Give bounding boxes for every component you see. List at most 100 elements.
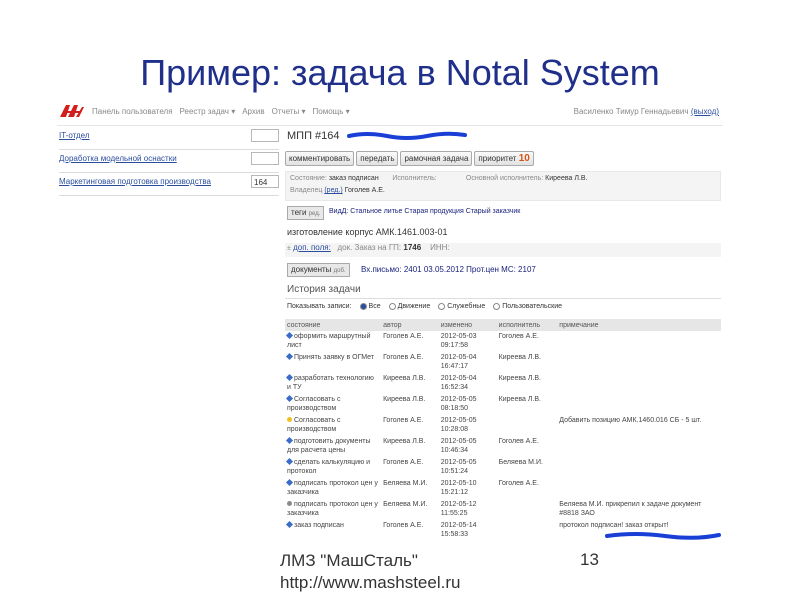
history-author: Киреева Л.В. [383,438,426,445]
footer-company: ЛМЗ "МашСталь" [280,551,418,570]
company-logo-icon [60,105,84,117]
owner-label: Владелец [290,187,323,194]
documents-button-sub: доб. [333,268,346,274]
redacted-task-name [347,131,467,140]
arrow-icon [285,331,294,340]
nav-item[interactable]: Помощь ▾ [313,107,350,116]
extra-fields-link[interactable]: доп. поля: [293,243,331,252]
top-nav: Панель пользователя Реестр задач ▾ Архив От… [92,107,357,116]
registry-row-label[interactable]: IT-отдел [59,131,90,140]
filter-option[interactable]: Все [359,303,381,311]
owner-edit-link[interactable]: (ред.) [324,187,342,194]
history-author: Беляева М.И. [383,501,428,508]
history-date: 2012-05-04 [440,354,477,361]
arrow-icon [285,457,294,466]
task-registry-list: IT-отдел Доработка модельной оснастки Марк… [59,127,279,196]
history-executor: Гоголев А.Е. [498,333,539,340]
filter-option-label: Все [368,303,381,311]
documents-button-label: документы [291,265,332,274]
history-time: 16:47:17 [440,363,468,370]
app-screenshot: Панель пользователя Реестр задач ▾ Архив От… [57,97,723,553]
footer-url[interactable]: http://www.mashsteel.ru [280,572,460,594]
logout-link[interactable]: (выход) [691,107,719,116]
frame-task-button[interactable]: рамочная задача [400,151,473,166]
filter-label: Показывать записи: [287,303,352,311]
task-actions: комментировать передать рамочная задача при… [285,151,721,167]
history-state: заказ подписан [294,522,344,529]
history-state: разработать технологию и ТУ [287,375,374,391]
history-time: 09:17:58 [440,342,468,349]
task-info: Состояние: заказ подписан Исполнитель: О… [285,171,721,201]
history-date: 2012-05-05 [440,459,477,466]
history-time: 15:21:12 [440,489,468,496]
history-row: сделать калькуляцию и протокол Гоголев А.… [285,457,721,478]
inn-label: ИНН: [430,243,450,252]
redacted-note-scribble [605,532,721,540]
registry-row[interactable]: Маркетинговая подготовка производства 164 [59,173,279,196]
registry-row-label[interactable]: Доработка модельной оснастки [59,154,177,163]
comment-button[interactable]: комментировать [285,151,355,166]
history-time: 10:46:34 [440,447,468,454]
arrow-icon [285,436,294,445]
history-author: Киреева Л.В. [383,396,426,403]
history-date: 2012-05-12 [440,501,477,508]
state-label: Состояние: [290,175,327,182]
history-state: подписать протокол цен у заказчика [287,480,378,496]
history-state: Принять заявку в ОГМет [294,354,375,361]
filter-option-label: Служебные [447,303,486,311]
history-note [557,436,721,457]
main-executor-label: Основной исполнитель: [465,175,544,182]
registry-row-label[interactable]: Маркетинговая подготовка производства [59,177,211,186]
nav-item[interactable]: Реестр задач ▾ [180,107,236,116]
filter-option[interactable]: Служебные [438,303,485,310]
tags-button-sub: ред. [308,211,321,217]
user-name: Василенко Тимур Геннадьевич [573,107,689,116]
bulb-icon [287,417,292,422]
filter-option[interactable]: Движение [388,303,430,310]
order-doc-label: док. Заказ на ГП: [337,243,402,252]
history-row: разработать технологию и ТУ Киреева Л.В. 2… [285,373,721,394]
gear-icon [287,501,292,506]
radio-icon[interactable] [388,303,396,310]
history-author: Беляева М.И. [383,480,428,487]
history-column-header[interactable]: примечание [557,319,721,331]
filter-option[interactable]: Пользовательские [493,303,562,310]
history-state: подготовить документы для расчета цены [287,438,371,454]
filter-option-label: Пользовательские [502,303,563,311]
arrow-icon [285,520,294,529]
documents-list[interactable]: Вх.письмо: 2401 03.05.2012 Прот.цен МС: … [361,265,536,274]
registry-row[interactable]: IT-отдел [59,127,279,150]
radio-icon[interactable] [493,303,501,310]
arrow-icon [285,394,294,403]
nav-item[interactable]: Панель пользователя [92,107,173,116]
user-area: Василенко Тимур Геннадьевич (выход) [574,107,719,116]
history-column-header[interactable]: изменено [438,319,497,331]
nav-item[interactable]: Отчеты ▾ [272,107,306,116]
history-note [557,394,721,415]
nav-item[interactable]: Архив [242,107,264,116]
registry-row-count [251,129,279,142]
history-author: Гоголев А.Е. [383,333,424,340]
documents-button[interactable]: документы доб. [287,263,350,277]
radio-icon[interactable] [359,303,367,310]
priority-button[interactable]: приоритет 10 [474,151,534,166]
registry-row[interactable]: Доработка модельной оснастки [59,150,279,173]
tags-button[interactable]: теги ред. [287,206,325,220]
radio-icon[interactable] [438,303,446,310]
history-executor [497,415,558,436]
extra-fields-row: ± доп. поля: док. Заказ на ГП: 1746 ИНН: [285,243,721,257]
transfer-button[interactable]: передать [356,151,399,166]
priority-label: приоритет [478,154,517,163]
history-time: 11:55:25 [440,510,468,517]
history-row: подписать протокол цен у заказчика Беляев… [285,478,721,499]
state-value: заказ подписан [328,175,379,182]
history-author: Гоголев А.Е. [383,459,424,466]
history-column-header[interactable]: исполнитель [496,319,558,331]
history-note [557,331,721,352]
history-row: Согласовать с производством Киреева Л.В. 2… [285,394,721,415]
history-column-header[interactable]: состояние [285,319,382,331]
footer: ЛМЗ "МашСталь" http://www.mashsteel.ru [280,550,460,594]
history-column-header[interactable]: автор [381,319,439,331]
history-executor [497,520,558,541]
history-time: 15:58:33 [440,531,468,538]
